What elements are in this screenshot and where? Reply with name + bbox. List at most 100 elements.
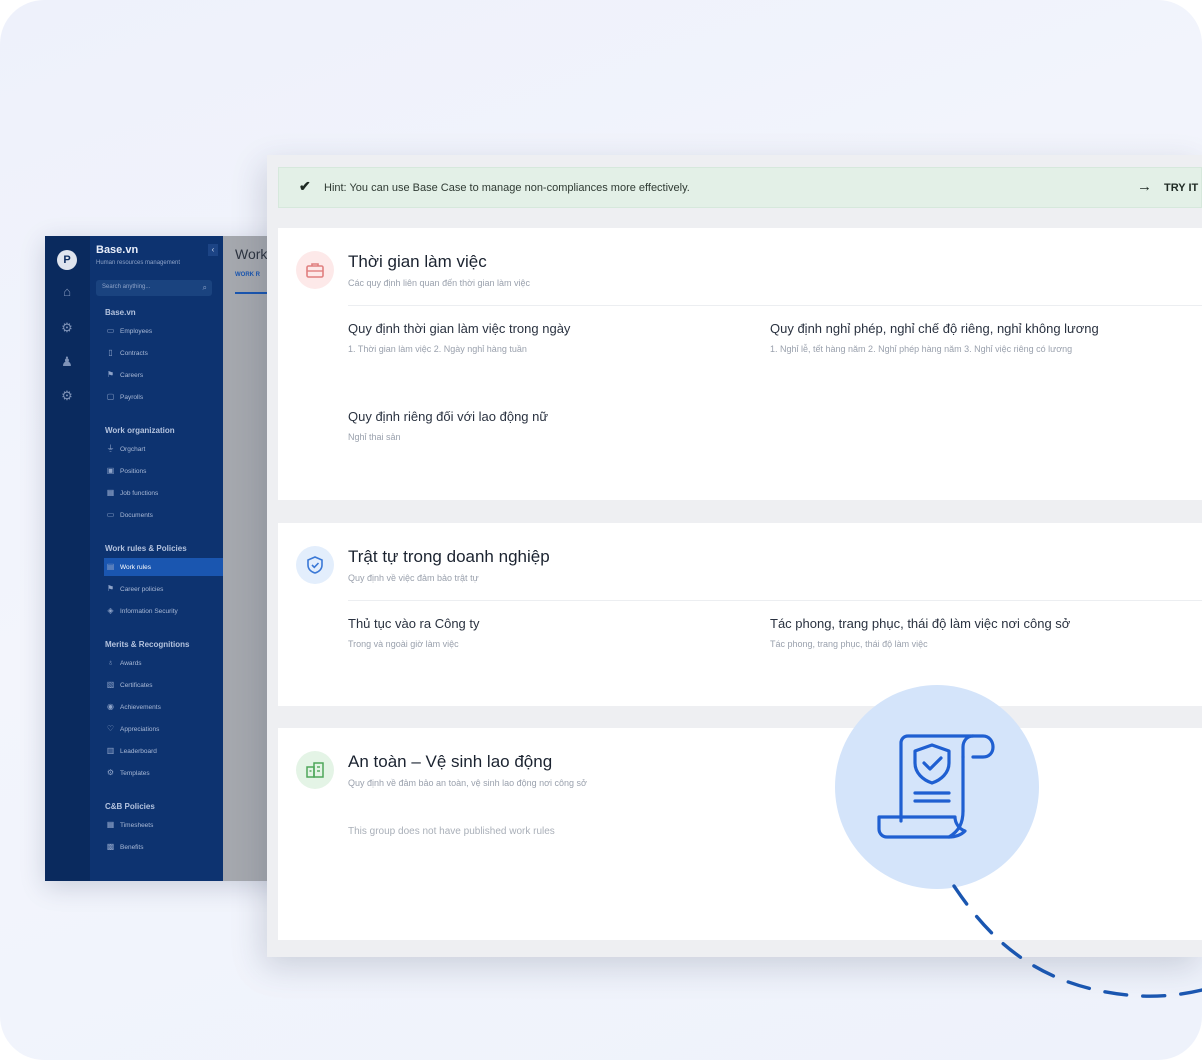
sidebar-item-label: Documents (120, 512, 153, 519)
sidebar-item-label: Appreciations (120, 726, 160, 733)
rule-item[interactable]: Quy định nghỉ phép, nghỉ chế độ riêng, n… (770, 321, 1099, 354)
avatar[interactable]: P (57, 250, 77, 270)
rule-title[interactable]: Quy định nghỉ phép, nghỉ chế độ riêng, n… (770, 321, 1099, 336)
collapse-sidebar-button[interactable]: ‹ (208, 244, 218, 256)
home-icon[interactable]: ⌂ (59, 284, 75, 300)
sidebar-item[interactable]: ▭ Documents (104, 506, 223, 524)
certificate-icon: ▧ (106, 680, 115, 689)
section-card-workplace-order: Trật tự trong doanh nghiệp Quy định về v… (278, 523, 1202, 706)
section-title: Trật tự trong doanh nghiệp (348, 547, 550, 566)
rule-item[interactable]: Tác phong, trang phục, thái độ làm việc … (770, 616, 1070, 649)
sidebar-item[interactable]: ⚑ Careers (104, 366, 223, 384)
section-title: Thời gian làm việc (348, 252, 487, 271)
rule-subtitle: 1. Nghỉ lễ, tết hàng năm 2. Nghỉ phép hà… (770, 344, 1073, 354)
flag-icon: ⚑ (106, 370, 115, 379)
sidebar-item[interactable]: ♡ Appreciations (104, 720, 223, 738)
sidebar-group-label: C&B Policies (105, 802, 155, 811)
section-card-working-time: Thời gian làm việc Các quy định liên qua… (278, 228, 1202, 500)
sidebar-item[interactable]: ▩ Benefits (104, 838, 223, 856)
app-rail: P ⌂ ⚙ ♟ ⚙ (45, 236, 90, 881)
sidebar-item[interactable]: ▥ Leaderboard (104, 742, 223, 760)
sidebar-group-label: Work organization (105, 426, 175, 435)
sidebar-item-label: Information Security (120, 608, 178, 615)
section-divider (348, 305, 1202, 306)
sidebar-item-label: Work rules (120, 564, 151, 571)
sidebar-item[interactable]: ⚙ Templates (104, 764, 223, 782)
sidebar-item-label: Employees (120, 328, 153, 335)
briefcase-icon (296, 251, 334, 289)
back-header-tab[interactable]: WORK R (235, 272, 260, 278)
sidebar-item[interactable]: ◉ Achievements (104, 698, 223, 716)
section-subtitle: Quy định về việc đảm bảo trật tự (348, 573, 479, 583)
empty-state-text: This group does not have published work … (348, 826, 555, 837)
rule-item[interactable]: Thủ tục vào ra Công ty Trong và ngoài gi… (348, 616, 480, 649)
sidebar-item[interactable]: ▤ Work rules (104, 558, 223, 576)
dashed-connector (952, 884, 1202, 998)
user-icon[interactable]: ♟ (59, 354, 75, 370)
sidebar-search-input[interactable]: Search anything... ⌕ (96, 280, 212, 296)
sidebar-item[interactable]: ♁ Awards (104, 654, 223, 672)
search-icon: ⌕ (202, 283, 207, 292)
sidebar-item[interactable]: ▦ Job functions (104, 484, 223, 502)
back-header-title: Work (235, 246, 268, 262)
building-icon (296, 751, 334, 789)
book-icon: ▤ (106, 562, 115, 571)
rule-subtitle: Trong và ngoài giờ làm việc (348, 639, 459, 649)
hint-banner: ✔ Hint: You can use Base Case to manage … (278, 167, 1202, 208)
sidebar-group-label: Base.vn (105, 308, 136, 317)
calendar-icon: ▦ (106, 488, 115, 497)
section-subtitle: Các quy định liên quan đến thời gian làm… (348, 278, 531, 288)
section-subtitle: Quy định về đảm bảo an toàn, vệ sinh lao… (348, 778, 587, 788)
wallet-icon: ▢ (106, 392, 115, 401)
rule-subtitle: 1. Thời gian làm việc 2. Ngày nghỉ hàng … (348, 344, 527, 354)
briefcase-icon: ▣ (106, 466, 115, 475)
search-placeholder: Search anything... (102, 284, 151, 290)
heart-icon: ♡ (106, 724, 115, 733)
rule-item[interactable]: Quy định thời gian làm việc trong ngày 1… (348, 321, 570, 354)
sidebar-item-label: Benefits (120, 844, 144, 851)
sidebar-item[interactable]: ◈ Information Security (104, 602, 223, 620)
gift-icon: ▩ (106, 842, 115, 851)
sidebar-item-label: Certificates (120, 682, 153, 689)
check-icon: ✔ (299, 178, 311, 194)
orgchart-icon: ⏚ (106, 444, 115, 453)
sidebar-item-label: Payrolls (120, 394, 144, 401)
document-icon: ▯ (108, 348, 113, 357)
rule-title[interactable]: Quy định thời gian làm việc trong ngày (348, 321, 570, 336)
sidebar-brand-sub: Human resources management (96, 260, 181, 266)
sidebar-item-label: Positions (120, 468, 147, 475)
flag-icon: ⚑ (106, 584, 115, 593)
folder-icon: ▭ (106, 510, 115, 519)
sidebar-item[interactable]: ⏚ Orgchart (104, 440, 223, 458)
rule-title[interactable]: Quy định riêng đối với lao động nữ (348, 409, 548, 424)
section-divider (348, 600, 1202, 601)
rule-title[interactable]: Tác phong, trang phục, thái độ làm việc … (770, 616, 1070, 631)
policy-scroll-icon (877, 734, 995, 839)
sidebar-group-label: Merits & Recognitions (105, 640, 190, 649)
try-it-button[interactable]: TRY IT (1164, 182, 1198, 194)
sidebar-item[interactable]: ▭ Employees (104, 322, 223, 340)
shield-icon (296, 546, 334, 584)
hint-text: Hint: You can use Base Case to manage no… (324, 182, 690, 194)
sidebar-item[interactable]: ▦ Timesheets (104, 816, 223, 834)
sidebar-item-label: Careers (120, 372, 144, 379)
rule-title[interactable]: Thủ tục vào ra Công ty (348, 616, 480, 631)
sidebar-group-label: Work rules & Policies (105, 544, 187, 553)
sidebar-item-label: Contracts (120, 350, 148, 357)
rule-item[interactable]: Quy định riêng đối với lao động nữ Nghỉ … (348, 409, 548, 442)
sidebar-item[interactable]: ▢ Payrolls (104, 388, 223, 406)
work-rules-panel: ✔ Hint: You can use Base Case to manage … (267, 155, 1202, 957)
sidebar-item[interactable]: ▣ Positions (104, 462, 223, 480)
sidebar-item-label: Job functions (120, 490, 159, 497)
medal-icon: ◉ (107, 702, 114, 711)
gear-icon[interactable]: ⚙ (59, 388, 75, 404)
canvas-background: P ⌂ ⚙ ♟ ⚙ Base.vn Human resources manage… (0, 0, 1202, 1060)
sidebar-item[interactable]: ▯ Contracts (104, 344, 223, 362)
sidebar-item-label: Awards (120, 660, 142, 667)
sidebar: Base.vn Human resources management ‹ Sea… (90, 236, 223, 881)
id-card-icon: ▭ (106, 326, 115, 335)
sidebar-item[interactable]: ⚑ Career policies (104, 580, 223, 598)
arrow-right-icon[interactable]: → (1137, 178, 1152, 195)
settings-icon[interactable]: ⚙ (59, 320, 75, 336)
sidebar-item[interactable]: ▧ Certificates (104, 676, 223, 694)
